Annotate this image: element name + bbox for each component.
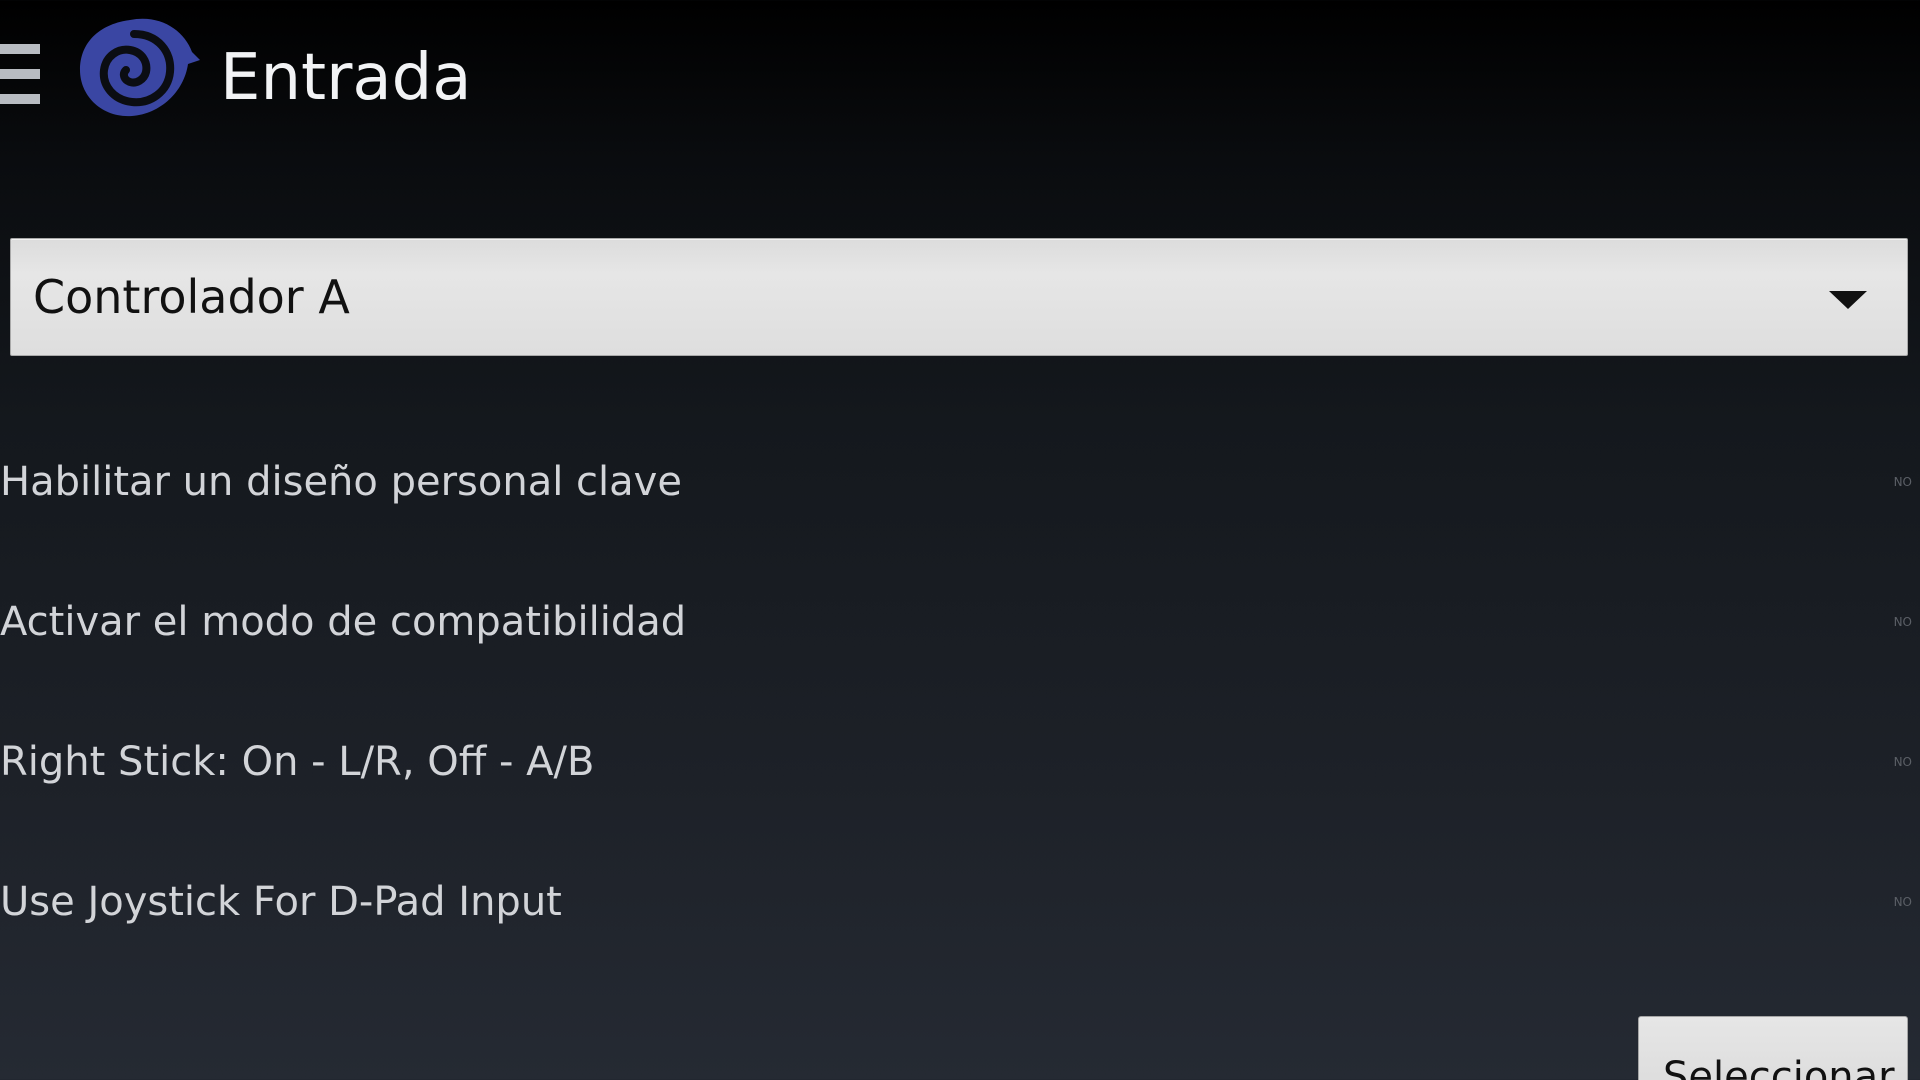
toggle-switch[interactable]: NO (1894, 474, 1912, 490)
controller-dropdown[interactable]: Controlador A (10, 238, 1908, 356)
setting-custom-key-layout[interactable]: Habilitar un diseño personal clave NO (0, 440, 1920, 530)
toggle-switch[interactable]: NO (1894, 894, 1912, 910)
setting-joystick-dpad[interactable]: Use Joystick For D-Pad Input NO (0, 860, 1920, 950)
setting-label: Habilitar un diseño personal clave (0, 459, 682, 505)
hamburger-menu-icon[interactable] (0, 44, 40, 104)
setting-label: Activar el modo de compatibilidad (0, 599, 687, 645)
menu-bar-middle (0, 69, 40, 79)
menu-bar-bottom (0, 94, 40, 104)
app-bar: Entrada (0, 0, 1920, 160)
spiral-logo-icon (80, 18, 200, 117)
toggle-switch[interactable]: NO (1894, 614, 1912, 630)
menu-bar-top (0, 44, 40, 54)
setting-label: Right Stick: On - L/R, Off - A/B (0, 739, 595, 785)
setting-compatibility-mode[interactable]: Activar el modo de compatibilidad NO (0, 580, 1920, 670)
page-title: Entrada (220, 41, 472, 115)
setting-right-stick[interactable]: Right Stick: On - L/R, Off - A/B NO (0, 720, 1920, 810)
toggle-switch[interactable]: NO (1894, 754, 1912, 770)
chevron-down-icon (1829, 291, 1867, 309)
select-button-label: Seleccionar (1663, 1054, 1895, 1080)
controller-dropdown-value: Controlador A (33, 270, 350, 324)
select-button[interactable]: Seleccionar (1638, 1016, 1908, 1080)
setting-label: Use Joystick For D-Pad Input (0, 879, 562, 925)
